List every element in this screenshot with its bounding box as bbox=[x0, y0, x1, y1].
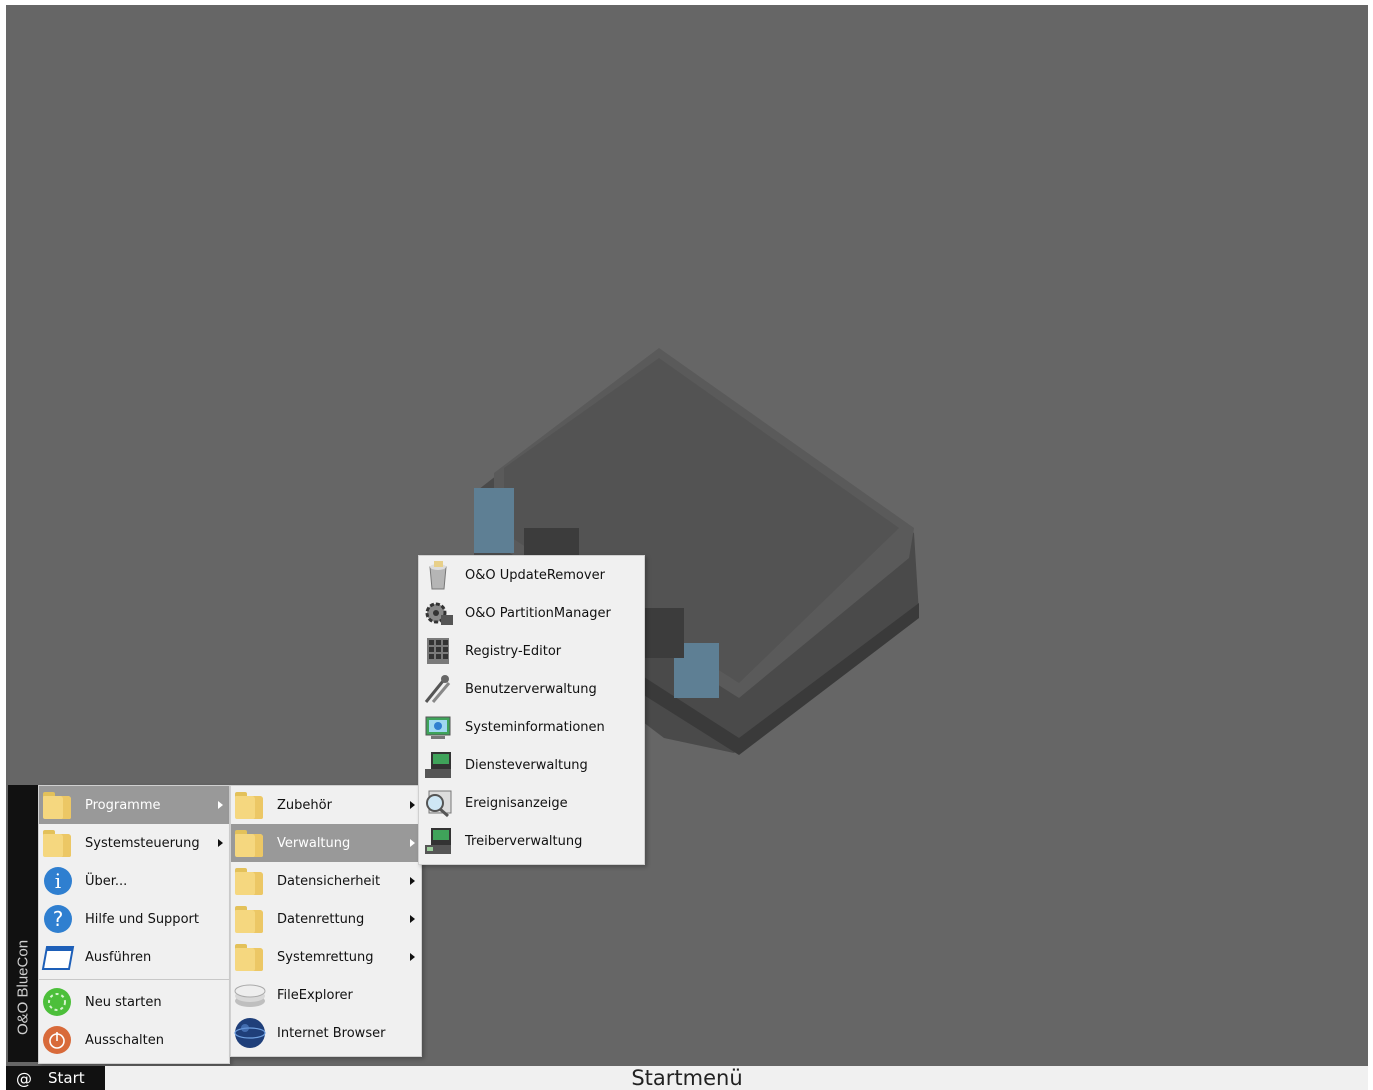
start-menu-sidebar: O&O BlueCon bbox=[8, 785, 38, 1062]
menu-item-benutzerverwaltung[interactable]: Benutzerverwaltung bbox=[419, 670, 644, 708]
menu-item-updateremover[interactable]: O&O UpdateRemover bbox=[419, 556, 644, 594]
menu-item-systemrettung[interactable]: Systemrettung bbox=[231, 938, 421, 976]
menu-item-label: O&O UpdateRemover bbox=[465, 567, 605, 583]
menu-item-label: Neu starten bbox=[85, 994, 162, 1010]
partition-manager-icon bbox=[421, 597, 455, 629]
folder-icon bbox=[233, 827, 267, 859]
submenu-arrow-icon bbox=[218, 839, 223, 847]
menu-item-label: Treiberverwaltung bbox=[465, 833, 583, 849]
power-icon bbox=[41, 1024, 75, 1056]
globe-icon bbox=[233, 1017, 267, 1049]
menu-item-registry-editor[interactable]: Registry-Editor bbox=[419, 632, 644, 670]
folder-icon bbox=[233, 865, 267, 897]
driver-icon bbox=[421, 825, 455, 857]
menu-item-ausschalten[interactable]: Ausschalten bbox=[39, 1021, 229, 1059]
menu-item-label: O&O PartitionManager bbox=[465, 605, 611, 621]
verwaltung-submenu: O&O UpdateRemover O&O PartitionManager R… bbox=[418, 555, 645, 865]
help-icon: ? bbox=[41, 903, 75, 935]
menu-item-ausfuehren[interactable]: Ausführen bbox=[39, 938, 229, 976]
registry-icon bbox=[421, 635, 455, 667]
menu-item-diensteverwaltung[interactable]: Diensteverwaltung bbox=[419, 746, 644, 784]
menu-item-label: Registry-Editor bbox=[465, 643, 562, 659]
submenu-arrow-icon bbox=[410, 839, 415, 847]
menu-item-label: Ausführen bbox=[85, 949, 152, 965]
menu-item-label: Verwaltung bbox=[277, 835, 351, 851]
menu-item-label: Ausschalten bbox=[85, 1032, 164, 1048]
at-icon: @ bbox=[16, 1068, 32, 1088]
menu-item-fileexplorer[interactable]: FileExplorer bbox=[231, 976, 421, 1014]
menu-item-label: Hilfe und Support bbox=[85, 911, 199, 927]
taskbar-caption: Startmenü bbox=[631, 1066, 743, 1090]
submenu-arrow-icon bbox=[410, 877, 415, 885]
folder-icon bbox=[41, 789, 75, 821]
menu-item-label: Zubehör bbox=[277, 797, 332, 813]
folder-icon bbox=[41, 827, 75, 859]
menu-item-programme[interactable]: Programme bbox=[39, 786, 229, 824]
brand-label: O&O BlueCon bbox=[14, 939, 32, 1035]
start-label: Start bbox=[48, 1069, 85, 1087]
restart-icon bbox=[41, 986, 75, 1018]
menu-item-partitionmanager[interactable]: O&O PartitionManager bbox=[419, 594, 644, 632]
start-button[interactable]: @ Start bbox=[6, 1066, 105, 1090]
event-viewer-icon bbox=[421, 787, 455, 819]
menu-item-label: Datensicherheit bbox=[277, 873, 381, 889]
update-remover-icon bbox=[421, 559, 455, 591]
menu-item-neu-starten[interactable]: Neu starten bbox=[39, 983, 229, 1021]
folder-icon bbox=[233, 903, 267, 935]
menu-separator bbox=[39, 979, 229, 980]
menu-item-label: Diensteverwaltung bbox=[465, 757, 588, 773]
start-menu-main: Programme Systemsteuerung i Über... ? Hi… bbox=[38, 785, 230, 1064]
menu-item-label: Systemrettung bbox=[277, 949, 374, 965]
menu-item-hilfe[interactable]: ? Hilfe und Support bbox=[39, 900, 229, 938]
folder-icon bbox=[233, 941, 267, 973]
submenu-arrow-icon bbox=[218, 801, 223, 809]
menu-item-internet-browser[interactable]: Internet Browser bbox=[231, 1014, 421, 1052]
menu-item-verwaltung[interactable]: Verwaltung bbox=[231, 824, 421, 862]
menu-item-systemsteuerung[interactable]: Systemsteuerung bbox=[39, 824, 229, 862]
menu-item-label: Systemsteuerung bbox=[85, 835, 200, 851]
menu-item-label: Internet Browser bbox=[277, 1025, 386, 1041]
submenu-arrow-icon bbox=[410, 801, 415, 809]
file-explorer-icon bbox=[233, 979, 267, 1011]
run-window-icon bbox=[41, 941, 75, 973]
menu-item-ereignisanzeige[interactable]: Ereignisanzeige bbox=[419, 784, 644, 822]
menu-item-datensicherheit[interactable]: Datensicherheit bbox=[231, 862, 421, 900]
programs-submenu: Zubehör Verwaltung Datensicherheit Daten… bbox=[230, 785, 422, 1057]
menu-item-label: Ereignisanzeige bbox=[465, 795, 568, 811]
users-keys-icon bbox=[421, 673, 455, 705]
menu-item-treiberverwaltung[interactable]: Treiberverwaltung bbox=[419, 822, 644, 860]
menu-item-label: Programme bbox=[85, 797, 161, 813]
services-icon bbox=[421, 749, 455, 781]
info-icon: i bbox=[41, 865, 75, 897]
menu-item-ueber[interactable]: i Über... bbox=[39, 862, 229, 900]
taskbar: @ Start Startmenü bbox=[6, 1066, 1368, 1090]
menu-item-systeminformationen[interactable]: Systeminformationen bbox=[419, 708, 644, 746]
menu-item-label: Datenrettung bbox=[277, 911, 365, 927]
menu-item-label: Benutzerverwaltung bbox=[465, 681, 597, 697]
menu-item-zubehoer[interactable]: Zubehör bbox=[231, 786, 421, 824]
menu-item-label: FileExplorer bbox=[277, 987, 353, 1003]
menu-item-datenrettung[interactable]: Datenrettung bbox=[231, 900, 421, 938]
menu-item-label: Über... bbox=[85, 873, 128, 889]
submenu-arrow-icon bbox=[410, 915, 415, 923]
folder-icon bbox=[233, 789, 267, 821]
system-info-icon bbox=[421, 711, 455, 743]
menu-item-label: Systeminformationen bbox=[465, 719, 605, 735]
submenu-arrow-icon bbox=[410, 953, 415, 961]
